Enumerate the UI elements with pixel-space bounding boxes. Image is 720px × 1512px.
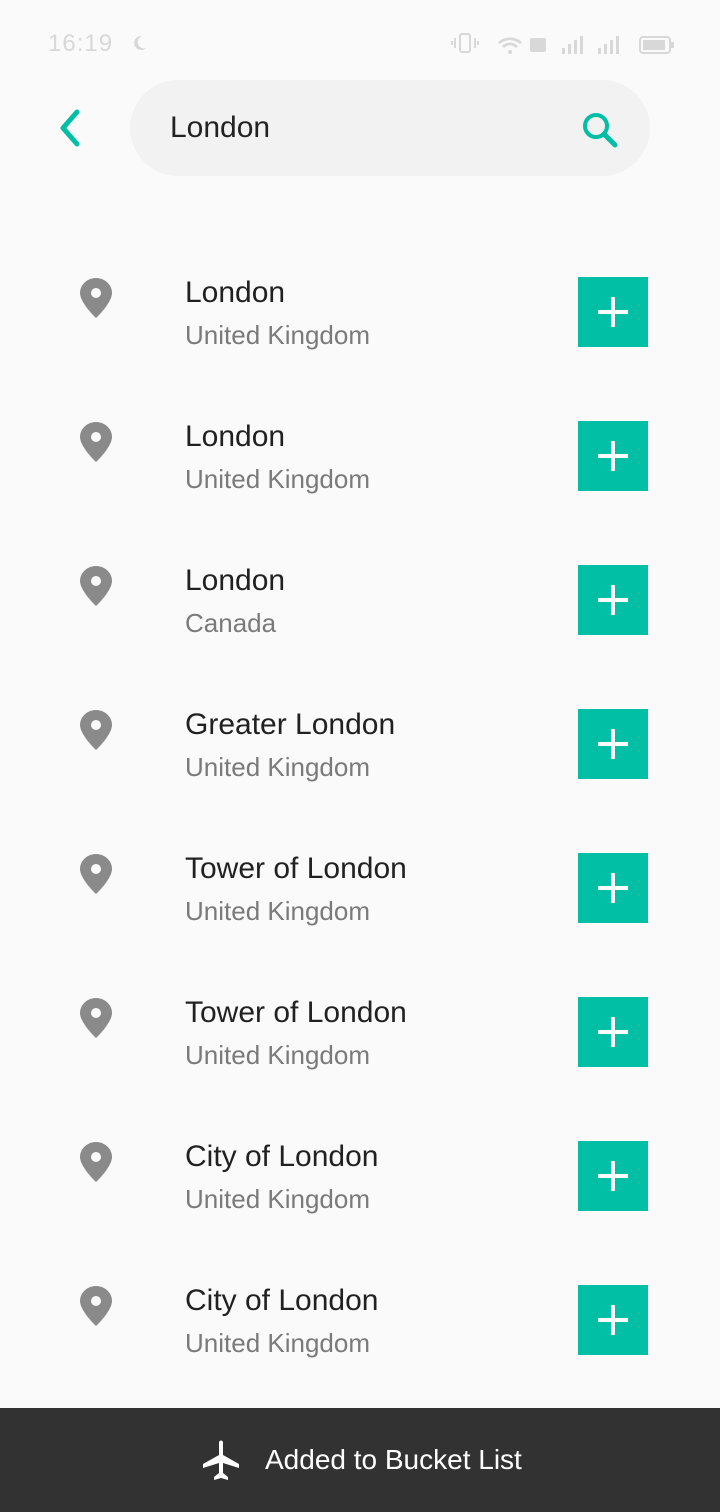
- wifi-icon: [498, 37, 522, 54]
- list-item[interactable]: Tower of London United Kingdom: [0, 816, 720, 960]
- place-country: Canada: [185, 608, 277, 638]
- location-pin-icon: [80, 566, 112, 606]
- place-country: United Kingdom: [185, 464, 370, 494]
- place-name: Greater London: [185, 708, 396, 741]
- place-country: United Kingdom: [185, 320, 370, 350]
- list-item[interactable]: London United Kingdom: [0, 240, 720, 384]
- add-button[interactable]: [578, 709, 648, 779]
- moon-icon: [134, 35, 146, 50]
- location-pin-icon: [80, 854, 112, 894]
- lte-icon: [530, 38, 546, 52]
- location-pin-icon: [80, 710, 112, 750]
- airplane-icon: [203, 1440, 239, 1480]
- add-button[interactable]: [578, 421, 648, 491]
- location-pin-icon: [80, 998, 112, 1038]
- place-name: Tower of London: [185, 852, 407, 885]
- add-button[interactable]: [578, 1141, 648, 1211]
- battery-icon: [639, 36, 674, 54]
- location-pin-icon: [80, 1286, 112, 1326]
- search-bar: [130, 80, 650, 176]
- list-item[interactable]: Greater London United Kingdom: [0, 672, 720, 816]
- place-name: London: [185, 564, 286, 597]
- list-item[interactable]: London United Kingdom: [0, 384, 720, 528]
- place-country: United Kingdom: [185, 1040, 370, 1070]
- chevron-left-icon: [60, 109, 80, 147]
- place-name: London: [185, 420, 286, 453]
- search-icon[interactable]: [576, 106, 624, 154]
- place-name: City of London: [185, 1284, 379, 1317]
- place-country: United Kingdom: [185, 896, 370, 926]
- back-button[interactable]: [40, 96, 100, 160]
- snackbar: Added to Bucket List: [0, 1408, 720, 1512]
- status-time: 16:19: [48, 30, 114, 57]
- snackbar-message: Added to Bucket List: [265, 1444, 522, 1475]
- place-name: London: [185, 276, 286, 309]
- search-input[interactable]: [170, 80, 550, 176]
- location-pin-icon: [80, 1142, 112, 1182]
- add-button[interactable]: [578, 277, 648, 347]
- status-bar: 16:19: [0, 0, 720, 88]
- place-country: United Kingdom: [185, 752, 370, 782]
- place-name: City of London: [185, 1140, 379, 1173]
- list-item[interactable]: City of London United Kingdom: [0, 1104, 720, 1248]
- list-item[interactable]: Tower of London United Kingdom: [0, 960, 720, 1104]
- signal-icon-1: [562, 36, 583, 54]
- add-button[interactable]: [578, 565, 648, 635]
- place-country: United Kingdom: [185, 1328, 370, 1358]
- status-icons: [451, 33, 674, 54]
- add-button[interactable]: [578, 997, 648, 1067]
- place-country: United Kingdom: [185, 1184, 370, 1214]
- location-pin-icon: [80, 422, 112, 462]
- add-button[interactable]: [578, 1285, 648, 1355]
- place-name: Tower of London: [185, 996, 407, 1029]
- results-list: London United Kingdom London United King…: [0, 240, 720, 1392]
- list-item[interactable]: London Canada: [0, 528, 720, 672]
- list-item[interactable]: City of London United Kingdom: [0, 1248, 720, 1392]
- signal-icon-2: [598, 36, 619, 54]
- location-pin-icon: [80, 278, 112, 318]
- add-button[interactable]: [578, 853, 648, 923]
- vibrate-icon: [451, 33, 479, 53]
